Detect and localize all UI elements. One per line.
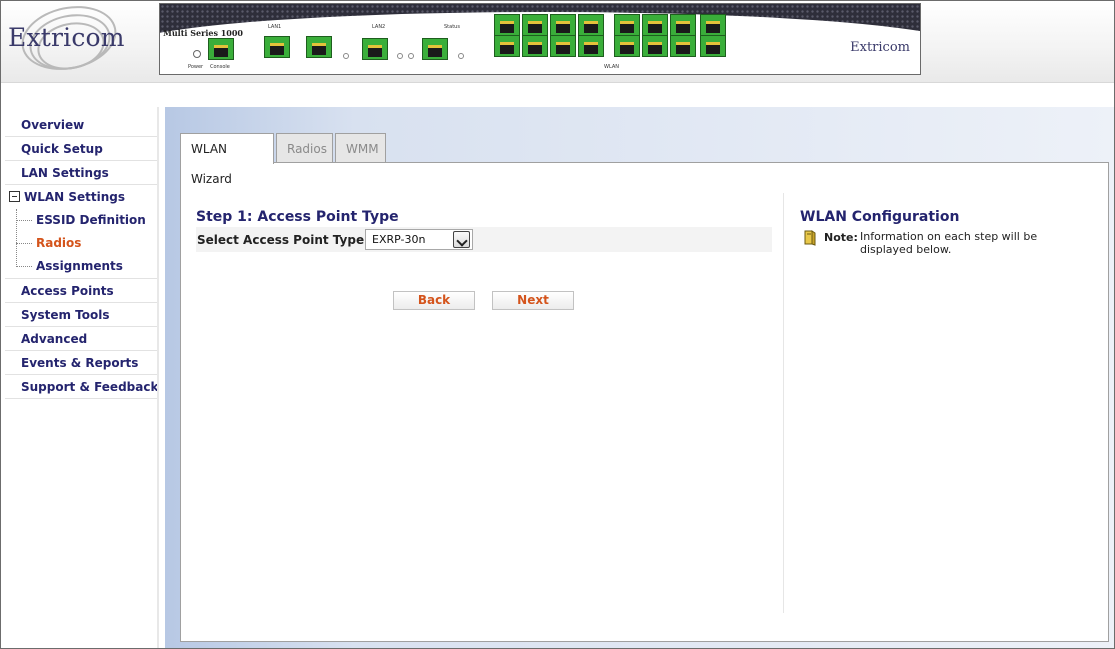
ap-type-row: Select Access Point Type: EXRP-30n (196, 227, 772, 252)
sidebar-divider (157, 107, 159, 648)
lan-port-icon (362, 38, 388, 60)
sidebar-item-overview[interactable]: Overview (5, 113, 157, 137)
device-logo-text: Extricom (850, 40, 910, 55)
back-button[interactable]: Back (393, 291, 475, 310)
header: Extricom Multi Series 1000 Power Console… (1, 0, 1114, 83)
ap-type-selected-value: EXRP-30n (372, 233, 426, 246)
wlan-label: WLAN (604, 64, 620, 70)
sidebar-item-wlan-settings[interactable]: WLAN Settings (5, 185, 157, 209)
sidebar-item-wlan-settings-label: WLAN Settings (24, 190, 126, 204)
tab-wmm[interactable]: WMM (335, 133, 386, 163)
device-model-label: Multi Series 1000 (163, 28, 243, 38)
sidebar-item-support-feedback[interactable]: Support & Feedback (5, 375, 158, 399)
lan-port-icon (264, 36, 290, 58)
step-title: Step 1: Access Point Type (196, 209, 399, 225)
sidebar-nav: Overview Quick Setup LAN Settings WLAN S… (5, 107, 158, 648)
power-led-icon (193, 50, 201, 58)
power-label: Power (188, 64, 204, 70)
note-text: Information on each step will be display… (860, 230, 1038, 256)
sidebar-item-events-reports[interactable]: Events & Reports (5, 351, 157, 375)
status-port-icon (422, 38, 448, 60)
lan-port-icon (306, 36, 332, 58)
lan1-label: LAN1 (268, 24, 282, 30)
chevron-down-icon[interactable] (453, 231, 470, 248)
sidebar-item-advanced[interactable]: Advanced (5, 327, 157, 351)
tab-radios[interactable]: Radios (276, 133, 333, 163)
note-pencil-icon (804, 230, 816, 246)
console-port-icon (208, 38, 234, 60)
wizard-panel: Step 1: Access Point Type Select Access … (180, 162, 1109, 642)
panel-divider (783, 193, 784, 613)
lan2-label: LAN2 (372, 24, 386, 30)
collapse-minus-icon[interactable] (9, 191, 20, 202)
ap-type-label: Select Access Point Type: (197, 233, 369, 247)
extricom-logo: Extricom (7, 0, 137, 79)
status-label: Status (444, 24, 460, 30)
info-title: WLAN Configuration (800, 209, 960, 225)
wlan-settings-subtree: ESSID Definition Radios Assignments (5, 209, 157, 279)
sidebar-item-system-tools[interactable]: System Tools (5, 303, 157, 327)
sidebar-item-lan-settings[interactable]: LAN Settings (5, 161, 157, 185)
note-label: Note: (824, 231, 858, 244)
sidebar-item-access-points[interactable]: Access Points (5, 279, 157, 303)
sidebar-item-quick-setup[interactable]: Quick Setup (5, 137, 157, 161)
logo-text: Extricom (8, 23, 125, 52)
next-button[interactable]: Next (492, 291, 574, 310)
console-label: Console (210, 64, 230, 70)
device-panel-image: Multi Series 1000 Power Console LAN1 LAN… (159, 3, 921, 75)
ap-type-select[interactable]: EXRP-30n (365, 229, 473, 250)
tab-wlan-wizard[interactable]: WLAN Wizard (180, 133, 274, 186)
